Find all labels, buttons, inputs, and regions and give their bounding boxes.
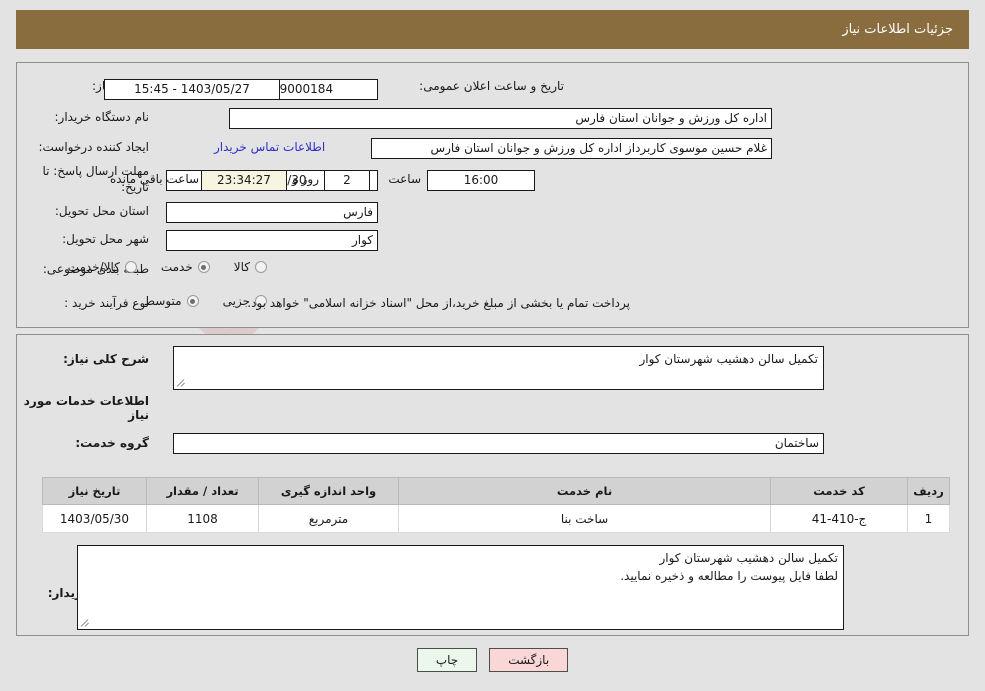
radio-icon[interactable] — [186, 295, 199, 307]
general-description-textarea[interactable]: تکمیل سالن دهشیب شهرستان کوار — [173, 346, 824, 390]
buyer-contact-link[interactable]: اطلاعات تماس خریدار — [214, 140, 325, 154]
page-header-bar: جزئیات اطلاعات نیاز — [16, 10, 969, 49]
col-header-quantity: تعداد / مقدار — [146, 477, 259, 505]
requester-field[interactable]: غلام حسین موسوی کاربرداز اداره کل ورزش و… — [371, 138, 772, 159]
col-header-index: ردیف — [907, 477, 950, 505]
purchase-type-option-label: متوسط — [143, 294, 182, 308]
deadline-time-label: ساعت — [388, 172, 421, 186]
subject-class-option-kala[interactable]: کالا — [234, 260, 267, 274]
delivery-province-row: استان محل تحویل: — [55, 204, 149, 218]
page-title: جزئیات اطلاعات نیاز — [842, 22, 953, 37]
service-group-label: گروه خدمت: — [75, 436, 149, 450]
announce-datetime-field[interactable]: 1403/05/27 - 15:45 — [104, 79, 280, 100]
print-button[interactable]: چاپ — [416, 648, 478, 672]
cell-need-date: 1403/05/30 — [42, 504, 147, 533]
table-row: 1 ج-410-41 ساخت بنا مترمربع 1108 1403/05… — [42, 504, 950, 533]
cell-service-code: ج-410-41 — [770, 504, 908, 533]
buyer-org-row: نام دستگاه خریدار: — [55, 110, 150, 124]
buyer-notes-line-1: تکمیل سالن دهشیب شهرستان کوار — [659, 551, 838, 565]
subject-class-option-khedmat[interactable]: خدمت — [161, 260, 210, 274]
col-header-service-name: نام خدمت — [398, 477, 771, 505]
services-section-heading: اطلاعات خدمات مورد نیاز — [23, 394, 149, 422]
cell-unit: مترمربع — [258, 504, 399, 533]
purchase-type-option-motavaset[interactable]: متوسط — [144, 294, 199, 308]
requester-label: ایجاد کننده درخواست: — [38, 140, 149, 154]
deadline-time-field[interactable]: 16:00 — [427, 170, 535, 191]
services-table-wrapper: ردیف کد خدمت نام خدمت واحد اندازه گیری ت… — [42, 477, 950, 533]
purchase-type-option-label: جزیی — [222, 294, 250, 308]
footer-actions: بازگشت چاپ — [0, 648, 985, 672]
services-table: ردیف کد خدمت نام خدمت واحد اندازه گیری ت… — [42, 477, 950, 533]
col-header-service-code: کد خدمت — [770, 477, 908, 505]
subject-class-option-label: کالا — [233, 260, 250, 274]
service-group-field[interactable]: ساختمان — [173, 433, 824, 454]
subject-class-radio-group: کالا خدمت کالا/خدمت — [44, 260, 267, 274]
radio-icon[interactable] — [197, 261, 210, 273]
delivery-city-row: شهر محل تحویل: — [62, 232, 149, 246]
resize-grip-icon[interactable] — [177, 379, 186, 388]
deadline-remaining-label: ساعت باقی مانده — [110, 172, 200, 186]
col-header-unit: واحد اندازه گیری — [258, 477, 399, 505]
requester-row: ایجاد کننده درخواست: — [38, 140, 149, 154]
deadline-days-field[interactable]: 2 — [324, 170, 370, 191]
purchase-type-radio-group: جزیی متوسط — [120, 294, 267, 308]
announce-datetime-label: تاریخ و ساعت اعلان عمومی: — [419, 79, 564, 93]
cell-index: 1 — [907, 504, 950, 533]
announce-datetime-row: تاریخ و ساعت اعلان عمومی: — [419, 79, 564, 93]
subject-class-option-label: خدمت — [160, 260, 193, 274]
general-description-value: تکمیل سالن دهشیب شهرستان کوار — [639, 352, 818, 366]
need-summary-panel — [16, 62, 969, 328]
buyer-org-label: نام دستگاه خریدار: — [54, 110, 150, 124]
general-description-label: شرح کلی نیاز: — [63, 352, 149, 366]
delivery-province-label: استان محل تحویل: — [54, 204, 149, 218]
deadline-days-label: روز و — [292, 172, 319, 186]
buyer-org-field[interactable]: اداره کل ورزش و جوانان استان فارس — [229, 108, 772, 129]
radio-icon[interactable] — [255, 261, 267, 273]
delivery-city-field[interactable]: کوار — [166, 230, 378, 251]
radio-icon[interactable] — [124, 261, 137, 273]
cell-service-name: ساخت بنا — [398, 504, 771, 533]
deadline-remaining-field: 23:34:27 — [201, 170, 287, 191]
back-button[interactable]: بازگشت — [489, 648, 569, 672]
cell-quantity: 1108 — [146, 504, 259, 533]
col-header-need-date: تاریخ نیاز — [42, 477, 147, 505]
purchase-type-note: پرداخت تمام یا بخشی از مبلغ خرید،از محل … — [247, 296, 630, 310]
table-header-row: ردیف کد خدمت نام خدمت واحد اندازه گیری ت… — [42, 477, 950, 505]
subject-class-option-kala-khedmat[interactable]: کالا/خدمت — [68, 260, 137, 274]
delivery-city-label: شهر محل تحویل: — [62, 232, 149, 246]
buyer-notes-line-2: لطفا فایل پیوست را مطالعه و ذخیره نمایید… — [620, 569, 838, 583]
resize-grip-icon[interactable] — [81, 619, 90, 628]
subject-class-option-label: کالا/خدمت — [67, 260, 120, 274]
buyer-notes-textarea[interactable]: تکمیل سالن دهشیب شهرستان کوار لطفا فایل … — [77, 545, 844, 630]
delivery-province-field[interactable]: فارس — [166, 202, 378, 223]
